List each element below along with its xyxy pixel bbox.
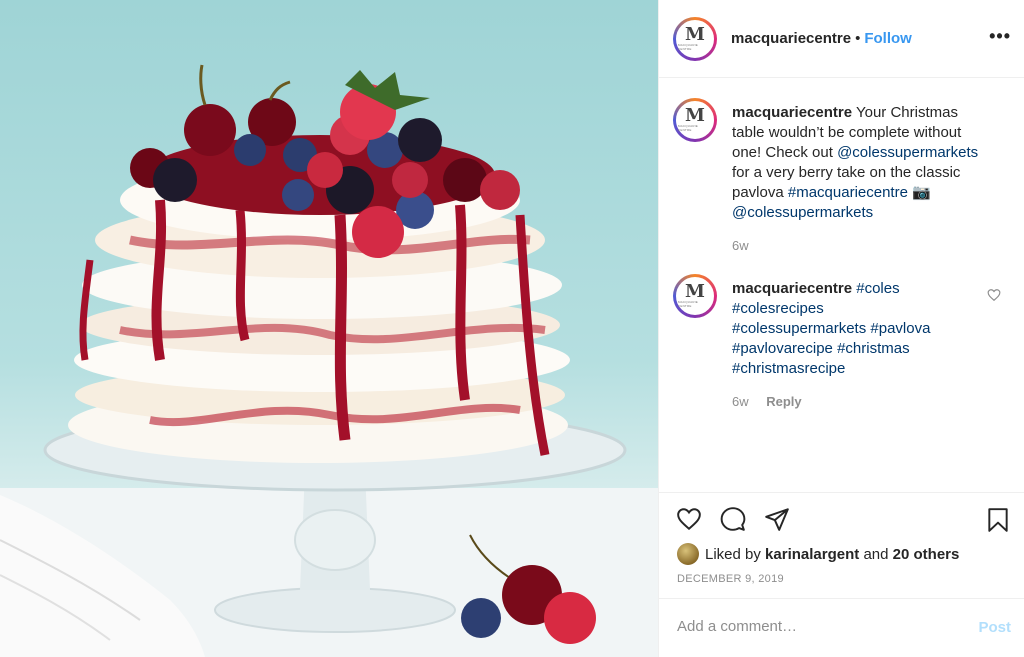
comment-hashtag[interactable]: #colesrecipes: [732, 300, 824, 317]
caption-time[interactable]: 6w: [732, 238, 749, 253]
caption-avatar[interactable]: M MACQUARIE CENTRE: [673, 98, 717, 142]
liker-username[interactable]: karinalargent: [765, 546, 859, 563]
avatar-subtext: MACQUARIE CENTRE: [678, 42, 698, 51]
avatar-letter: M: [685, 281, 705, 302]
avatar-letter: M: [685, 23, 705, 45]
post-photo[interactable]: [0, 0, 658, 657]
post-header: M MACQUARIE CENTRE macquariecentre • Fol…: [659, 0, 1024, 78]
comment-icon: [720, 507, 746, 531]
comment-avatar[interactable]: M MACQUARIE CENTRE: [673, 274, 717, 318]
comment-hashtag[interactable]: #coles: [856, 280, 899, 297]
caption-text: macquariecentre Your Christmas table wou…: [732, 103, 992, 223]
caption-username[interactable]: macquariecentre: [732, 104, 852, 121]
likes-prefix: Liked by: [705, 545, 761, 563]
header-username[interactable]: macquariecentre: [731, 30, 851, 47]
header-separator: •: [855, 30, 861, 47]
caption-meta: 6w: [732, 238, 749, 253]
pavlova-illustration: [0, 64, 658, 657]
share-button[interactable]: [763, 506, 791, 536]
comments-list: M MACQUARIE CENTRE macquariecentre Your …: [659, 78, 1024, 492]
avatar-logo: M MACQUARIE CENTRE: [676, 101, 714, 139]
comment-hashtag[interactable]: #christmasrecipe: [732, 360, 845, 377]
share-icon: [765, 508, 789, 531]
likes-others-link[interactable]: 20 others: [893, 546, 960, 563]
save-button[interactable]: [985, 506, 1011, 538]
comment-like-heart-icon[interactable]: [987, 288, 1001, 306]
liker-avatar[interactable]: [677, 543, 699, 565]
avatar-subtext: MACQUARIE CENTRE: [678, 300, 698, 308]
post-comment-button[interactable]: Post: [978, 619, 1011, 636]
comment-hashtag[interactable]: #christmas: [837, 340, 910, 357]
like-button[interactable]: [675, 506, 703, 536]
bookmark-icon: [988, 508, 1008, 532]
heart-icon: [987, 289, 1001, 302]
profile-avatar[interactable]: M MACQUARIE CENTRE: [673, 16, 717, 61]
post-actions: Liked by karinalargent and 20 others DEC…: [659, 492, 1024, 598]
avatar-subtext: MACQUARIE CENTRE: [678, 124, 698, 132]
comment-username[interactable]: macquariecentre: [732, 280, 852, 297]
comment-text: macquariecentre #coles #colesrecipes #co…: [732, 279, 962, 379]
comment-hashtag[interactable]: #pavlova: [870, 320, 930, 337]
add-comment-bar: Post: [659, 598, 1024, 657]
caption-hashtag-1[interactable]: #macquariecentre: [788, 184, 908, 201]
caption-mention-2[interactable]: @colessupermarkets: [732, 204, 873, 221]
comment-hashtag[interactable]: #colessupermarkets: [732, 320, 866, 337]
caption-comment: M MACQUARIE CENTRE macquariecentre Your …: [673, 98, 1013, 258]
heart-icon: [677, 508, 701, 531]
avatar-logo: M MACQUARIE CENTRE: [676, 277, 714, 315]
comment-time[interactable]: 6w: [732, 394, 749, 409]
hashtag-comment: M MACQUARIE CENTRE macquariecentre #cole…: [673, 274, 1013, 414]
post-sidebar: M MACQUARIE CENTRE macquariecentre • Fol…: [658, 0, 1024, 657]
comment-button[interactable]: [719, 506, 747, 536]
caption-mention-1[interactable]: @colessupermarkets: [837, 144, 978, 161]
comment-hashtag[interactable]: #pavlovarecipe: [732, 340, 833, 357]
comment-meta: 6w Reply: [732, 394, 802, 409]
reply-button[interactable]: Reply: [766, 394, 801, 409]
likes-summary: Liked by karinalargent and 20 others: [677, 543, 959, 565]
avatar-logo: M MACQUARIE CENTRE: [676, 19, 714, 58]
follow-button[interactable]: Follow: [864, 30, 912, 47]
camera-emoji: 📷: [912, 184, 931, 201]
more-icon[interactable]: •••: [989, 26, 1011, 47]
instagram-post: M MACQUARIE CENTRE macquariecentre • Fol…: [0, 0, 1024, 657]
avatar-letter: M: [685, 105, 705, 126]
comment-input[interactable]: [677, 618, 967, 635]
likes-joiner: and: [863, 545, 889, 563]
post-date[interactable]: DECEMBER 9, 2019: [677, 573, 784, 585]
